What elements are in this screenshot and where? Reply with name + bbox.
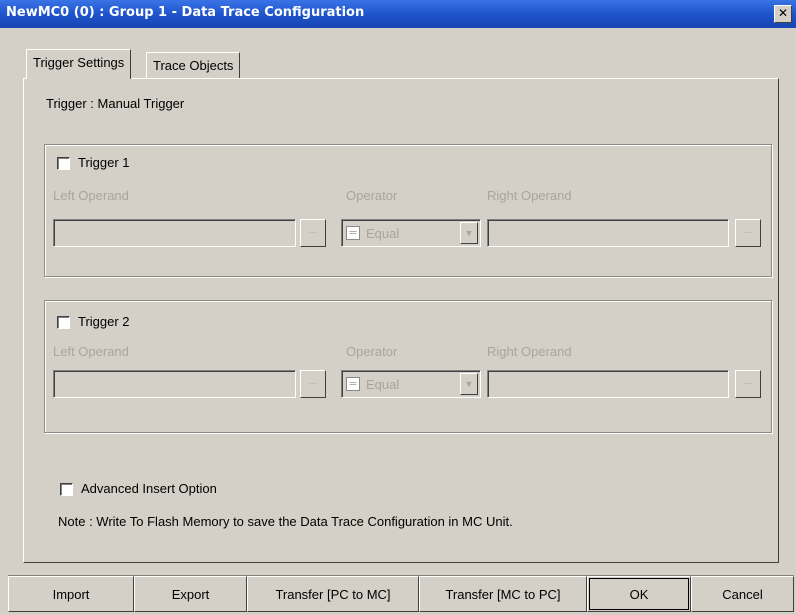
tab-trigger-settings[interactable]: Trigger Settings: [26, 49, 132, 79]
trigger-1-checkbox[interactable]: [57, 157, 70, 170]
trigger-1-right-browse-button[interactable]: ...: [735, 219, 761, 247]
close-icon: ✕: [777, 6, 789, 20]
trigger-1-label: Trigger 1: [78, 155, 130, 170]
title-bar: NewMC0 (0) : Group 1 - Data Trace Config…: [0, 0, 796, 28]
cancel-button[interactable]: Cancel: [691, 576, 794, 612]
trigger-2-checkbox[interactable]: [57, 316, 70, 329]
trigger-1-group: [44, 144, 772, 277]
trigger-1-operator-value: Equal: [366, 226, 400, 241]
trigger-1-operator-label: Operator: [346, 188, 398, 203]
chevron-down-icon[interactable]: ▼: [460, 222, 478, 244]
advanced-insert-checkbox[interactable]: [60, 483, 73, 496]
window-title: NewMC0 (0) : Group 1 - Data Trace Config…: [6, 5, 365, 20]
trigger-1-left-browse-button[interactable]: ...: [300, 219, 326, 247]
trigger-2-group: [44, 300, 772, 433]
flash-memory-note: Note : Write To Flash Memory to save the…: [58, 514, 513, 529]
trigger-mode-label: Trigger : Manual Trigger: [46, 96, 185, 111]
trigger-2-right-browse-button[interactable]: ...: [735, 370, 761, 398]
trigger-2-left-operand-field[interactable]: [53, 370, 296, 398]
ok-button[interactable]: OK: [587, 576, 691, 612]
trigger-2-label: Trigger 2: [78, 314, 130, 329]
trigger-1-right-operand-label: Right Operand: [487, 188, 572, 203]
advanced-insert-label: Advanced Insert Option: [81, 481, 217, 496]
chevron-down-icon[interactable]: ▼: [460, 373, 478, 395]
equal-icon: =: [346, 377, 360, 391]
trigger-1-left-operand-field[interactable]: [53, 219, 296, 247]
export-button[interactable]: Export: [134, 576, 247, 612]
button-bar: Import Export Transfer [PC to MC] Transf…: [8, 575, 794, 612]
trigger-2-left-operand-label: Left Operand: [53, 344, 129, 359]
tab-trace-objects[interactable]: Trace Objects: [146, 52, 241, 78]
close-button[interactable]: ✕: [774, 5, 792, 23]
transfer-pc-to-mc-button[interactable]: Transfer [PC to MC]: [247, 576, 419, 612]
trigger-1-left-operand-label: Left Operand: [53, 188, 129, 203]
trigger-2-operator-value: Equal: [366, 377, 400, 392]
transfer-mc-to-pc-button[interactable]: Transfer [MC to PC]: [419, 576, 587, 612]
trigger-1-right-operand-field[interactable]: [487, 219, 729, 247]
trigger-2-left-browse-button[interactable]: ...: [300, 370, 326, 398]
equal-icon: =: [346, 226, 360, 240]
trigger-2-operator-select[interactable]: = Equal ▼: [341, 370, 481, 398]
trigger-2-operator-label: Operator: [346, 344, 398, 359]
trigger-1-operator-select[interactable]: = Equal ▼: [341, 219, 481, 247]
trigger-2-right-operand-field[interactable]: [487, 370, 729, 398]
trigger-2-right-operand-label: Right Operand: [487, 344, 572, 359]
import-button[interactable]: Import: [8, 576, 134, 612]
